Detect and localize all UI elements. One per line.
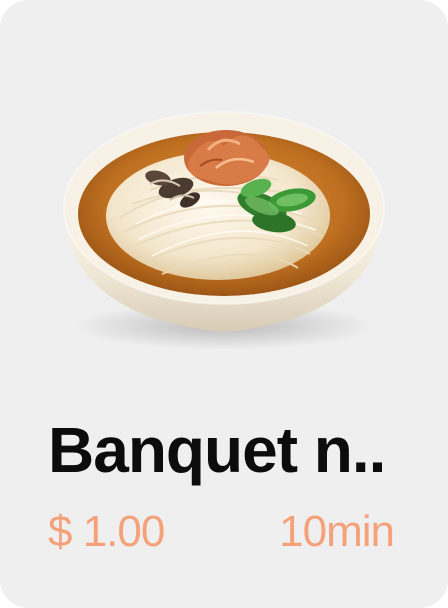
product-card[interactable]: Banquet n.. $ 1.00 10min bbox=[0, 0, 448, 608]
price-label: $ 1.00 bbox=[48, 507, 165, 556]
noodle-soup-bowl-icon bbox=[63, 111, 385, 350]
item-title: Banquet n.. bbox=[48, 414, 386, 486]
cook-time-label: 10min bbox=[279, 507, 395, 556]
